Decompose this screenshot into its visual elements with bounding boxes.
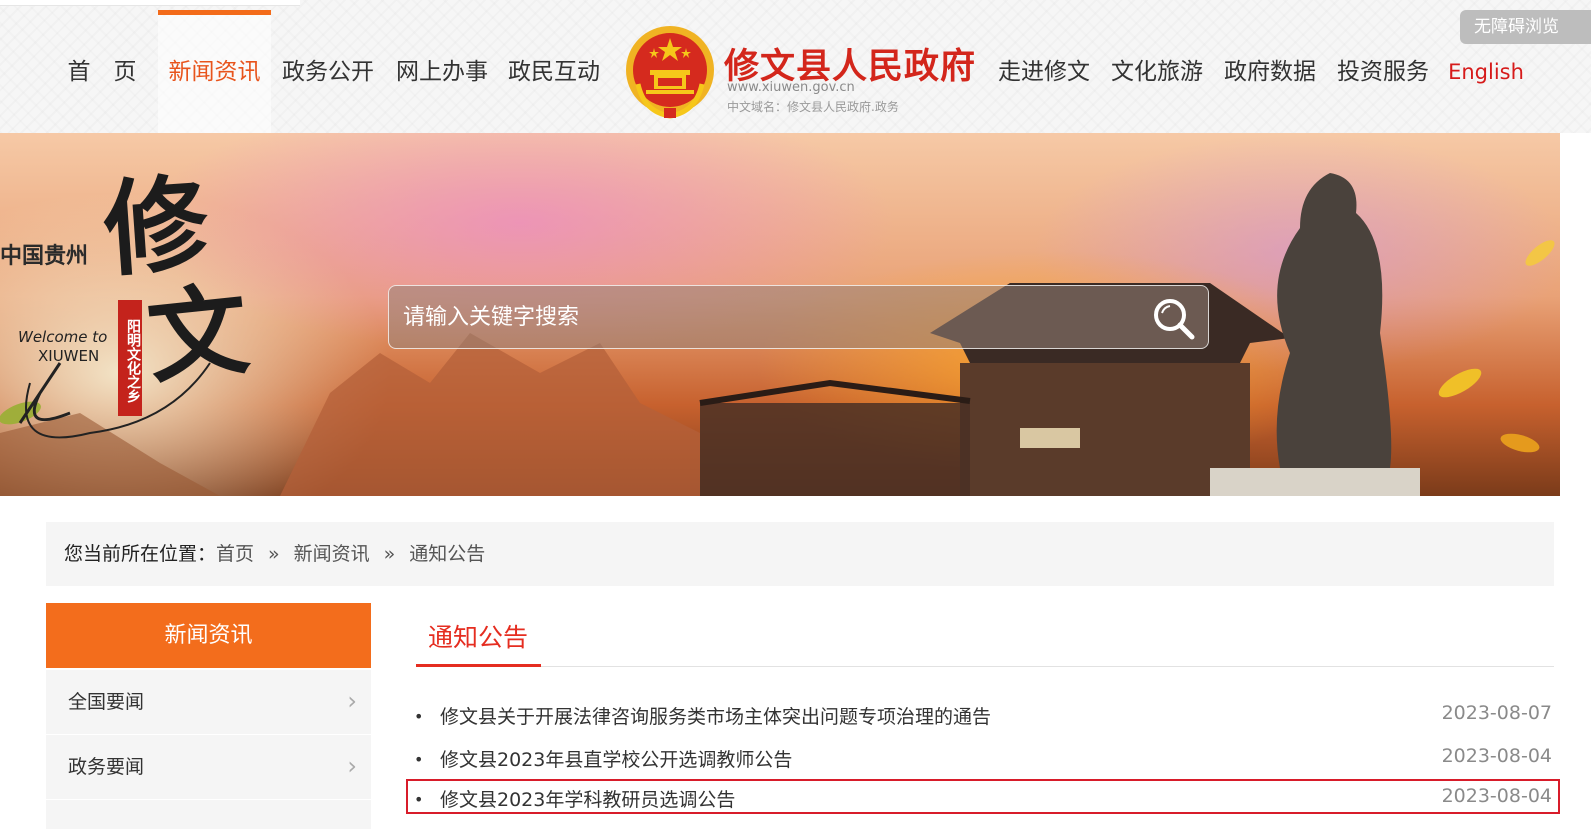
nav-interaction[interactable]: 政民互动: [502, 10, 606, 133]
sidebar-item-gov-news[interactable]: 政务要闻 ›: [46, 735, 371, 799]
news-item[interactable]: • 修文县关于开展法律咨询服务类市场主体突出问题专项治理的通告 2023-08-…: [406, 696, 1560, 734]
sidebar-item-next[interactable]: [46, 800, 371, 829]
banner-edge: [1560, 133, 1591, 496]
site-url: www.xiuwen.gov.cn: [727, 80, 855, 95]
national-emblem-icon: [626, 26, 714, 119]
accessibility-button[interactable]: 无障碍浏览: [1460, 10, 1591, 44]
bullet-icon: •: [414, 750, 424, 769]
section-divider: [416, 666, 1554, 667]
site-header: 首 页 新闻资讯 政务公开 网上办事 政民互动 修文县人民政府 www.xiuw…: [0, 0, 1591, 138]
nav-gov-data[interactable]: 政府数据: [1218, 10, 1322, 133]
news-date: 2023-08-04: [1441, 745, 1552, 767]
banner-region: 中国贵州: [0, 243, 89, 269]
search-box: [388, 285, 1209, 349]
chevron-right-icon: ›: [347, 752, 357, 780]
banner-char-xiu: 修: [99, 161, 213, 292]
nav-investment[interactable]: 投资服务: [1331, 10, 1435, 133]
bullet-icon: •: [414, 790, 424, 809]
banner-welcome: Welcome to: [18, 328, 108, 346]
section-title: 通知公告: [428, 623, 529, 652]
breadcrumb-news[interactable]: 新闻资讯: [294, 543, 370, 565]
banner-char-wen: 文: [142, 270, 254, 398]
sidebar-item-label: 全国要闻: [68, 691, 145, 713]
chevron-right-icon: ›: [347, 687, 357, 715]
news-item[interactable]: • 修文县2023年县直学校公开选调教师公告 2023-08-04: [406, 739, 1560, 777]
nav-news[interactable]: 新闻资讯: [158, 10, 271, 138]
sidebar-item-national-news[interactable]: 全国要闻 ›: [46, 670, 371, 734]
sidebar-header: 新闻资讯: [46, 603, 371, 668]
news-date: 2023-08-04: [1441, 785, 1552, 807]
breadcrumb-separator: »: [268, 543, 280, 565]
news-date: 2023-08-07: [1441, 702, 1552, 724]
site-cn-domain: 中文域名：修文县人民政府.政务: [727, 100, 899, 114]
banner-seal: 阳明文化之乡: [118, 300, 142, 416]
breadcrumb-separator: »: [383, 543, 396, 565]
section-title-underline: [416, 664, 541, 667]
search-input[interactable]: [389, 286, 1129, 348]
banner-name-en: XIUWEN: [38, 347, 100, 365]
top-strip: [0, 0, 300, 6]
nav-home[interactable]: 首 页: [60, 10, 144, 133]
nav-online-services[interactable]: 网上办事: [390, 10, 494, 133]
bullet-icon: •: [414, 707, 424, 726]
news-title[interactable]: 修文县2023年学科教研员选调公告: [440, 785, 735, 812]
nav-about-xiuwen[interactable]: 走进修文: [992, 10, 1096, 133]
nav-culture-tourism[interactable]: 文化旅游: [1105, 10, 1209, 133]
breadcrumb-prefix: 您当前所在位置：: [64, 543, 217, 565]
news-title[interactable]: 修文县2023年县直学校公开选调教师公告: [440, 745, 792, 772]
nav-gov-affairs[interactable]: 政务公开: [276, 10, 380, 133]
breadcrumb: 您当前所在位置：首页 » 新闻资讯 » 通知公告: [46, 522, 1554, 586]
news-title[interactable]: 修文县关于开展法律咨询服务类市场主体突出问题专项治理的通告: [440, 702, 991, 729]
breadcrumb-home[interactable]: 首页: [216, 543, 254, 565]
news-item-highlighted[interactable]: • 修文县2023年学科教研员选调公告 2023-08-04: [406, 779, 1560, 814]
breadcrumb-notices[interactable]: 通知公告: [409, 543, 485, 565]
search-icon[interactable]: [1150, 296, 1198, 340]
sidebar-item-label: 政务要闻: [68, 756, 145, 778]
